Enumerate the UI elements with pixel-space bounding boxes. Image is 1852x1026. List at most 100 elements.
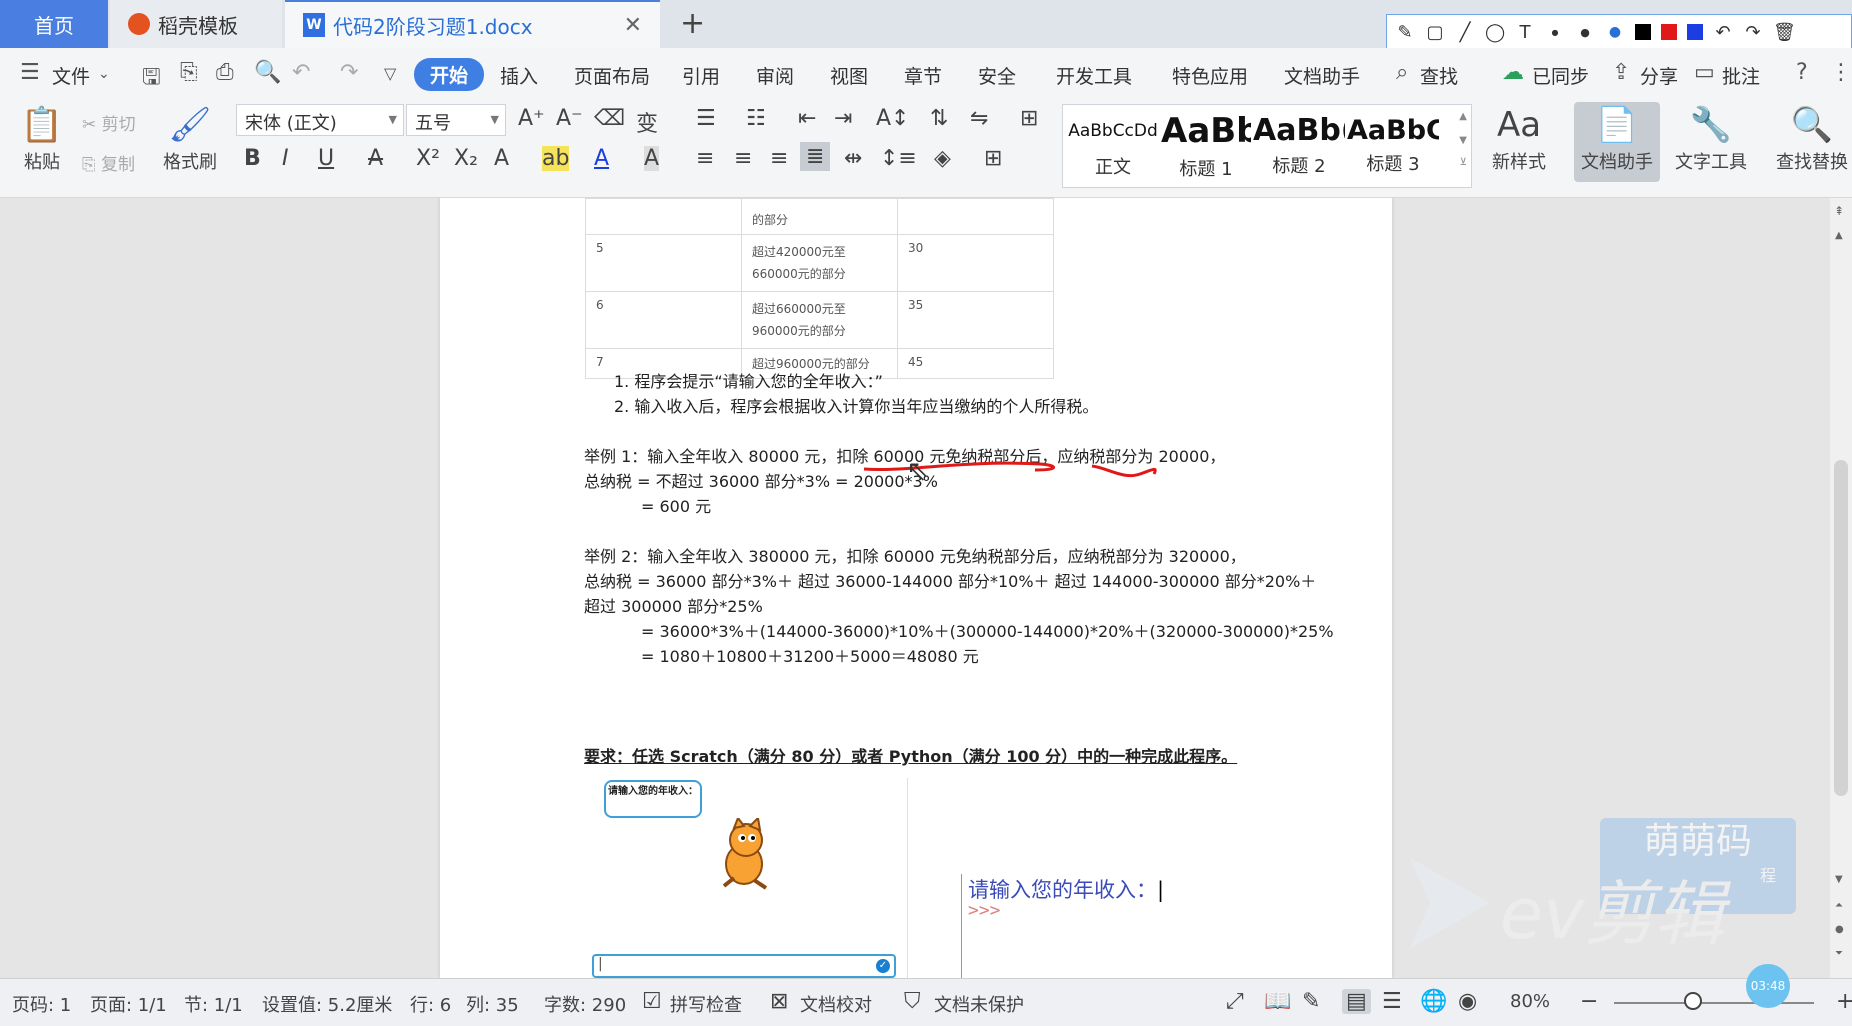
menu-references[interactable]: 引用 bbox=[682, 62, 720, 89]
small-dot-icon[interactable]: ● bbox=[1545, 28, 1565, 37]
status-section[interactable]: 节: 1/1 bbox=[184, 991, 243, 1017]
undo-icon[interactable]: ↶ bbox=[292, 60, 310, 85]
style-normal[interactable]: AaBbCcDd 正文 bbox=[1067, 111, 1159, 179]
prev-page-icon[interactable]: ⏶ bbox=[1835, 900, 1843, 911]
share-button[interactable]: 分享 bbox=[1640, 62, 1678, 89]
menu-doc-assistant[interactable]: 文档助手 bbox=[1284, 62, 1360, 89]
menu-page-layout[interactable]: 页面布局 bbox=[574, 62, 650, 89]
chevron-down-icon[interactable]: ⌄ bbox=[98, 66, 110, 82]
search-icon[interactable]: ⌕ bbox=[1396, 60, 1408, 85]
status-col[interactable]: 列: 35 bbox=[466, 991, 519, 1017]
scroll-top-icon[interactable]: ⇞ bbox=[1834, 204, 1844, 218]
eye-care-icon[interactable]: ◉ bbox=[1458, 989, 1477, 1014]
redo-icon[interactable]: ↷ bbox=[1743, 22, 1763, 43]
zoom-in-icon[interactable]: + bbox=[1836, 989, 1852, 1014]
menu-insert[interactable]: 插入 bbox=[500, 62, 538, 89]
print-icon[interactable]: ⎙ bbox=[216, 60, 234, 85]
undo-icon[interactable]: ↶ bbox=[1713, 22, 1733, 43]
decrease-indent-icon[interactable]: ⇤ bbox=[798, 106, 816, 131]
pinyin-icon[interactable]: 变 bbox=[636, 106, 658, 138]
increase-indent-icon[interactable]: ⇥ bbox=[834, 106, 852, 131]
superscript-icon[interactable]: X² bbox=[416, 146, 440, 171]
format-painter-button[interactable]: 🖌 格式刷 bbox=[158, 102, 222, 174]
menu-search[interactable]: 查找 bbox=[1420, 62, 1458, 89]
vertical-scrollbar[interactable]: ⇞ ▲ ▼ ⏶ ● ⏷ bbox=[1830, 198, 1852, 978]
zoom-slider[interactable] bbox=[1614, 1002, 1814, 1004]
proofread-button[interactable]: 文档校对 bbox=[800, 991, 872, 1017]
char-shading-icon[interactable]: A bbox=[644, 146, 660, 171]
new-style-button[interactable]: Aa 新样式 bbox=[1484, 102, 1554, 174]
grow-font-icon[interactable]: A⁺ bbox=[518, 106, 545, 131]
page-view-icon[interactable]: ▤ bbox=[1342, 989, 1371, 1014]
tab-home[interactable]: 首页 bbox=[0, 0, 108, 48]
black-swatch[interactable] bbox=[1635, 24, 1651, 40]
synced-status[interactable]: 已同步 bbox=[1532, 62, 1589, 89]
read-mode-icon[interactable]: 📖 bbox=[1264, 989, 1291, 1014]
hamburger-icon[interactable]: ☰ bbox=[20, 60, 40, 85]
line-spacing-icon[interactable]: ↕≡ bbox=[880, 146, 917, 171]
redo-icon[interactable]: ↷ bbox=[340, 60, 358, 85]
next-page-icon[interactable]: ⏷ bbox=[1835, 948, 1843, 959]
check-icon[interactable]: ✓ bbox=[876, 959, 890, 973]
status-row[interactable]: 行: 6 bbox=[410, 991, 451, 1017]
cut-button[interactable]: ✂ 剪切 bbox=[82, 110, 136, 135]
font-size-select[interactable]: 五号 ▼ bbox=[406, 104, 506, 136]
status-page-no[interactable]: 页码: 1 bbox=[12, 991, 71, 1017]
menu-dev-tools[interactable]: 开发工具 bbox=[1056, 62, 1132, 89]
write-mode-icon[interactable]: ✎ bbox=[1302, 989, 1320, 1014]
rectangle-icon[interactable]: ▢ bbox=[1425, 22, 1445, 43]
align-center-icon[interactable]: ≡ bbox=[734, 146, 752, 171]
outline-view-icon[interactable]: ☰ bbox=[1382, 989, 1402, 1014]
shading-icon[interactable]: ◈ bbox=[934, 146, 951, 171]
text-tools-button[interactable]: 🔧 文字工具 bbox=[1668, 102, 1754, 174]
menu-special[interactable]: 特色应用 bbox=[1172, 62, 1248, 89]
tab-document[interactable]: W 代码2阶段习题1.docx ✕ bbox=[285, 0, 660, 48]
italic-icon[interactable]: I bbox=[282, 146, 289, 171]
menu-home[interactable]: 开始 bbox=[414, 58, 485, 91]
font-name-select[interactable]: 宋体 (正文) ▼ bbox=[236, 104, 404, 136]
highlight-icon[interactable]: ab bbox=[542, 146, 570, 171]
distribute-icon[interactable]: ⇹ bbox=[844, 146, 862, 171]
customize-icon[interactable]: ▽ bbox=[384, 64, 396, 83]
scroll-down-icon[interactable]: ▼ bbox=[1835, 874, 1843, 885]
fullscreen-icon[interactable]: ⤢ bbox=[1226, 989, 1244, 1014]
save-icon[interactable]: 🖫 bbox=[142, 60, 161, 98]
text-effect-icon[interactable]: A bbox=[494, 146, 509, 171]
justify-icon[interactable]: ≣ bbox=[800, 142, 831, 171]
bold-icon[interactable]: B bbox=[244, 146, 261, 171]
expand-icon[interactable]: ⊻ bbox=[1460, 157, 1467, 168]
doc-assistant-button-content[interactable]: 📄 文档助手 bbox=[1574, 102, 1660, 174]
ellipse-icon[interactable]: ◯ bbox=[1485, 22, 1505, 43]
scroll-up-icon[interactable]: ▲ bbox=[1835, 230, 1843, 241]
subscript-icon[interactable]: X₂ bbox=[454, 146, 478, 171]
spellcheck-button[interactable]: 拼写检查 bbox=[670, 991, 742, 1017]
scrollbar-thumb[interactable] bbox=[1834, 460, 1848, 796]
underline-icon[interactable]: U bbox=[318, 146, 334, 171]
clear-format-icon[interactable]: ⌫ bbox=[594, 106, 625, 131]
web-view-icon[interactable]: 🌐 bbox=[1420, 989, 1447, 1014]
help-icon[interactable]: ? bbox=[1796, 60, 1808, 85]
medium-dot-icon[interactable]: ● bbox=[1575, 26, 1595, 39]
print-preview-icon[interactable]: 🔍 bbox=[254, 60, 281, 85]
annotate-button[interactable]: 批注 bbox=[1722, 62, 1760, 89]
close-tab-icon[interactable]: ✕ bbox=[624, 13, 642, 38]
menu-review[interactable]: 审阅 bbox=[756, 62, 794, 89]
select-browse-icon[interactable]: ● bbox=[1835, 924, 1844, 935]
pen-icon[interactable]: ✎ bbox=[1395, 22, 1415, 43]
style-heading1[interactable]: AaBb 标题 1 bbox=[1161, 111, 1251, 181]
paste-button[interactable]: 📋 粘贴 bbox=[14, 102, 70, 174]
numbering-icon[interactable]: ☷ bbox=[746, 106, 766, 131]
align-right-icon[interactable]: ≡ bbox=[770, 146, 788, 171]
status-words[interactable]: 字数: 290 bbox=[544, 991, 626, 1017]
red-swatch[interactable] bbox=[1661, 24, 1677, 40]
find-replace-button[interactable]: 🔍 查找替换 bbox=[1772, 102, 1852, 174]
status-setting[interactable]: 设置值: 5.2厘米 bbox=[262, 991, 392, 1017]
sort-icon[interactable]: ⇅ bbox=[930, 106, 948, 131]
menu-view[interactable]: 视图 bbox=[830, 62, 868, 89]
menu-file[interactable]: 文件 bbox=[52, 62, 90, 89]
scratch-answer-input[interactable]: | ✓ bbox=[592, 954, 896, 978]
status-pages[interactable]: 页面: 1/1 bbox=[90, 991, 167, 1017]
menu-chapter[interactable]: 章节 bbox=[904, 62, 942, 89]
copy-button[interactable]: ⎘ 复制 bbox=[82, 150, 135, 175]
scroll-up-icon[interactable]: ▲ bbox=[1459, 111, 1467, 122]
